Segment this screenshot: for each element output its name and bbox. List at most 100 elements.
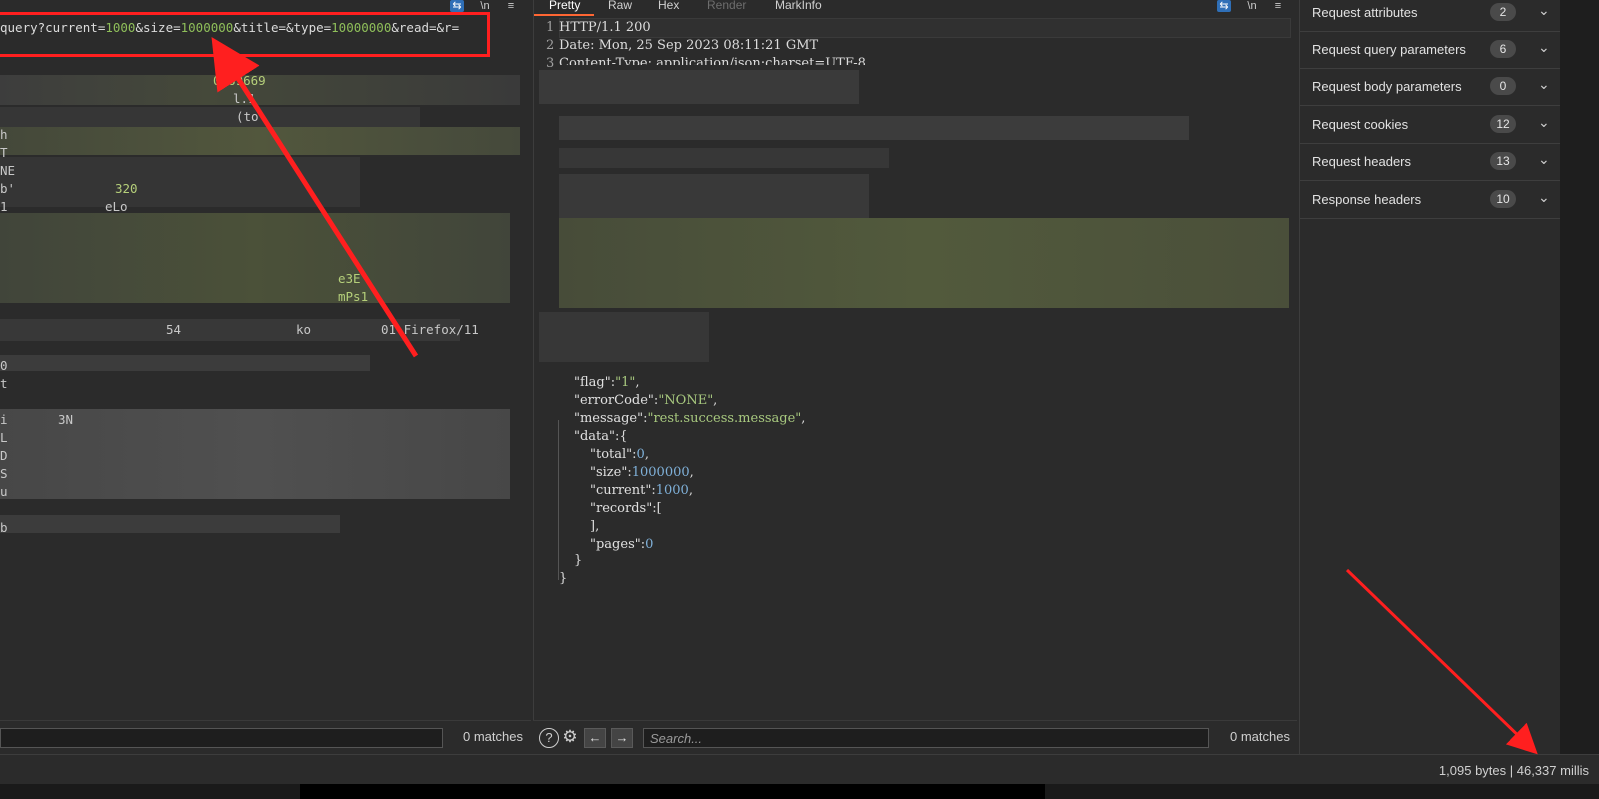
active-tab-indicator <box>534 14 594 16</box>
taskbar-strip <box>0 784 1599 799</box>
request-fragment: T <box>0 145 8 160</box>
request-search-input[interactable] <box>0 728 443 748</box>
response-pane: Pretty Raw Hex Render MarkInfo ⇆ \n ≡ 1 … <box>533 0 1298 772</box>
wrap-icon[interactable]: ⇆ <box>450 0 464 12</box>
request-fragment: NE <box>0 163 16 178</box>
blurred-block <box>559 218 1289 308</box>
request-fragment: t <box>0 376 8 391</box>
json-line-records: "records":[ <box>590 501 662 516</box>
request-match-count: 0 matches <box>463 729 523 744</box>
request-fragment: i <box>0 412 8 427</box>
blurred-block <box>0 107 420 129</box>
request-fragment: 320 <box>115 181 138 196</box>
inspector-row-request-attributes[interactable]: Request attributes 2 ⌄ <box>1300 0 1560 32</box>
inspector-row-request-query-parameters[interactable]: Request query parameters 6 ⌄ <box>1300 31 1560 69</box>
previous-match-button[interactable]: ← <box>584 728 606 748</box>
json-line-records-close: ], <box>590 519 600 534</box>
request-fragment: u <box>0 484 8 499</box>
json-line-data-close: } <box>574 553 583 568</box>
response-search-input[interactable]: Search... <box>643 728 1209 748</box>
json-line-data: "data":{ <box>574 429 628 444</box>
request-fragment: 01 Firefox/11 <box>381 322 479 337</box>
chevron-down-icon: ⌄ <box>1538 76 1550 92</box>
tab-pretty[interactable]: Pretty <box>549 0 580 12</box>
json-line-size: "size":1000000, <box>590 465 694 480</box>
blurred-block <box>0 409 510 499</box>
request-fragment: 54 <box>166 322 182 337</box>
chevron-down-icon: ⌄ <box>1538 189 1550 205</box>
blurred-block <box>0 127 520 155</box>
request-fragment: l.1 <box>233 91 256 106</box>
request-fragment: L <box>0 430 8 445</box>
chevron-down-icon: ⌄ <box>1538 2 1550 18</box>
blurred-block <box>559 174 869 218</box>
count-badge: 0 <box>1490 77 1516 95</box>
newline-icon[interactable]: \n <box>1245 0 1259 12</box>
side-tab-strip <box>1560 0 1599 754</box>
request-fragment: D <box>0 448 8 463</box>
wrap-icon[interactable]: ⇆ <box>1217 0 1231 12</box>
count-badge: 10 <box>1490 190 1516 208</box>
json-line-pages: "pages":0 <box>590 537 654 552</box>
request-fragment: 0569669 <box>213 73 266 88</box>
inspector-row-request-body-parameters[interactable]: Request body parameters 0 ⌄ <box>1300 68 1560 106</box>
blurred-block <box>559 148 889 168</box>
count-badge: 12 <box>1490 115 1516 133</box>
response-match-count: 0 matches <box>1230 729 1290 744</box>
json-line-current: "current":1000, <box>590 483 693 498</box>
blurred-block <box>0 213 510 303</box>
chevron-down-icon: ⌄ <box>1538 114 1550 130</box>
request-fragment: b' <box>0 181 16 196</box>
request-pane: ⇆ \n ≡ query?current=1000&size=1000000&t… <box>0 0 531 772</box>
menu-icon[interactable]: ≡ <box>1271 0 1285 12</box>
response-size-timing: 1,095 bytes | 46,337 millis <box>1438 763 1589 778</box>
request-fragment: 3N <box>58 412 74 427</box>
count-badge: 2 <box>1490 3 1516 21</box>
gear-icon[interactable]: ⚙ <box>560 728 580 748</box>
json-line-flag: "flag":"1", <box>574 375 640 390</box>
line-number: 1 <box>546 20 555 35</box>
help-icon[interactable]: ? <box>539 728 559 748</box>
tab-render: Render <box>707 0 747 12</box>
taskbar-strip-dark <box>300 784 1045 799</box>
next-match-button[interactable]: → <box>611 728 633 748</box>
tab-markinfo[interactable]: MarkInfo <box>775 0 822 12</box>
request-fragment: e3E <box>338 271 361 286</box>
blurred-block <box>0 157 360 207</box>
response-tabs: Pretty Raw Hex Render MarkInfo ⇆ \n ≡ <box>534 0 1298 16</box>
chevron-down-icon: ⌄ <box>1538 39 1550 55</box>
request-fragment: ko <box>296 322 312 337</box>
inspector-row-request-headers[interactable]: Request headers 13 ⌄ <box>1300 143 1560 181</box>
highlight-box-annotation <box>0 12 490 57</box>
blurred-block <box>0 355 370 371</box>
request-fragment: 0 <box>0 358 8 373</box>
blurred-block <box>559 116 1189 140</box>
newline-icon[interactable]: \n <box>478 0 492 12</box>
json-line-root-close: } <box>559 571 568 586</box>
fold-guide <box>558 420 559 580</box>
chevron-down-icon: ⌄ <box>1538 151 1550 167</box>
json-line-errorcode: "errorCode":"NONE", <box>574 393 718 408</box>
blurred-block <box>0 515 340 533</box>
request-editor[interactable]: query?current=1000&size=1000000&title=&t… <box>0 17 531 717</box>
json-line-message: "message":"rest.success.message", <box>574 411 806 426</box>
tab-raw[interactable]: Raw <box>608 0 632 12</box>
blurred-block <box>539 70 859 104</box>
request-fragment: h <box>0 127 8 142</box>
current-line-highlight <box>559 18 1291 38</box>
request-fragment: S <box>0 466 8 481</box>
inspector-panel: Request attributes 2 ⌄ Request query par… <box>1299 0 1560 754</box>
count-badge: 6 <box>1490 40 1516 58</box>
inspector-row-request-cookies[interactable]: Request cookies 12 ⌄ <box>1300 106 1560 144</box>
request-fragment: mPs1 <box>338 289 369 304</box>
tab-hex[interactable]: Hex <box>658 0 679 12</box>
status-bar: 1,095 bytes | 46,337 millis <box>0 754 1599 785</box>
request-search-bar: 0 matches <box>0 720 531 755</box>
response-search-bar: ? ⚙ ← → Search... 0 matches <box>533 720 1297 755</box>
inspector-row-response-headers[interactable]: Response headers 10 ⌄ <box>1300 181 1560 219</box>
request-fragment: b <box>0 520 8 535</box>
response-date-line: Date: Mon, 25 Sep 2023 08:11:21 GMT <box>559 38 819 53</box>
response-content-type-line: Content-Type: application/json;charset=U… <box>559 56 866 71</box>
menu-icon[interactable]: ≡ <box>504 0 518 12</box>
json-line-total: "total":0, <box>590 447 649 462</box>
